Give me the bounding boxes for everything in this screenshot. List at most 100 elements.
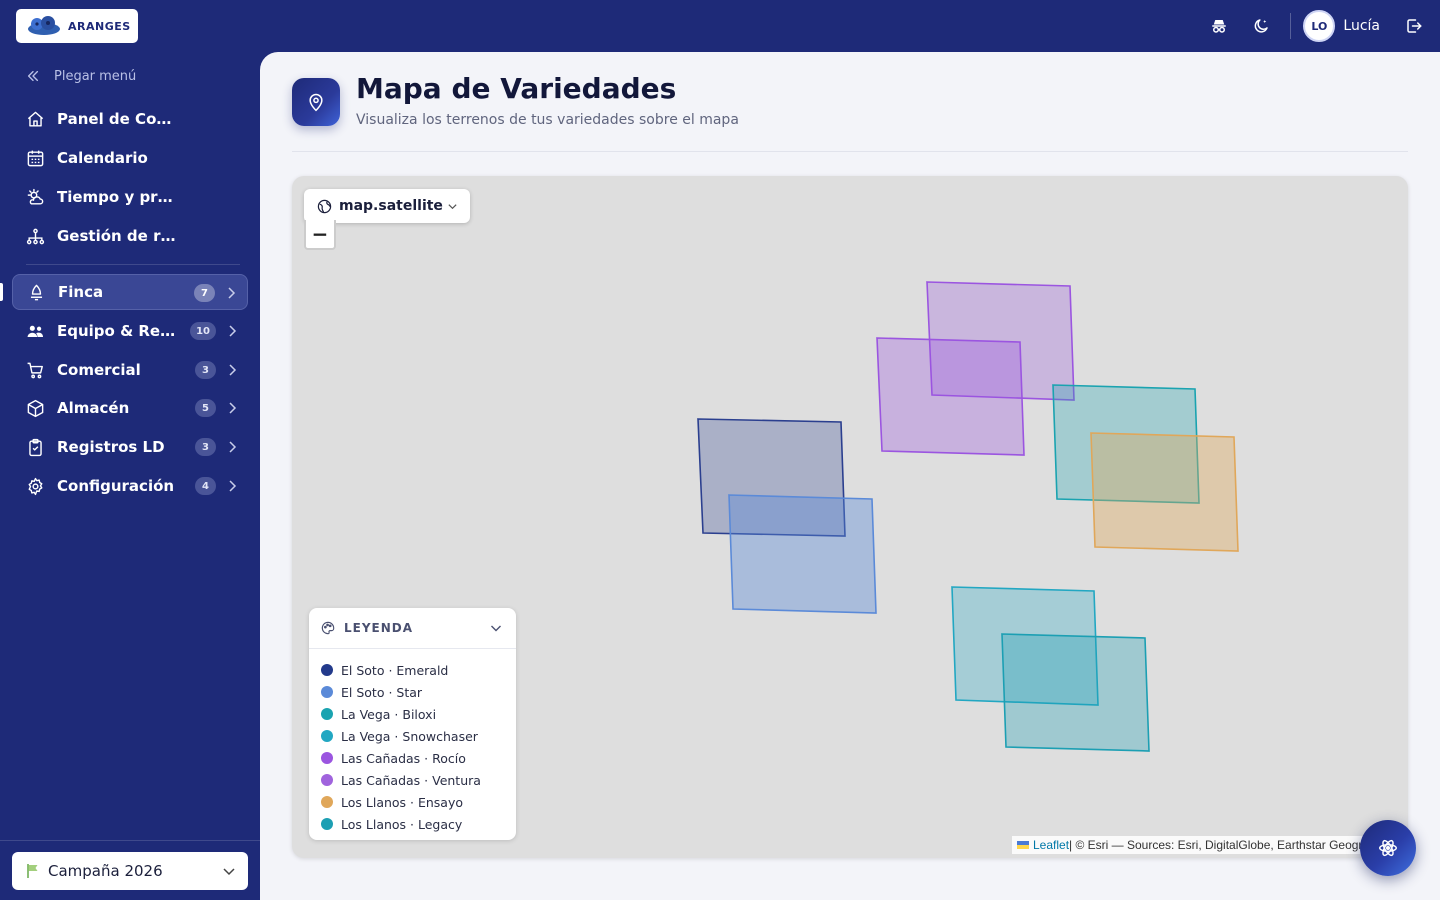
legend-title: LEYENDA <box>344 621 414 635</box>
legend-swatch <box>321 664 333 676</box>
count-badge: 3 <box>195 361 216 379</box>
irrigation-icon <box>25 226 45 246</box>
sidebar-item-finca[interactable]: Finca 7 <box>12 274 248 310</box>
blueberry-logo-icon <box>28 16 60 35</box>
gear-icon <box>25 476 45 496</box>
chevrons-left-icon <box>27 70 39 82</box>
legend-list: El Soto · Emerald El Soto · Star La Vega… <box>309 649 516 835</box>
collapse-menu-button[interactable]: Plegar menú <box>26 66 136 86</box>
plot-los-llanos-legacy[interactable] <box>1001 633 1150 752</box>
ukraine-flag-icon <box>1017 841 1029 849</box>
logout-icon[interactable] <box>1394 0 1434 52</box>
chevron-right-icon <box>229 480 237 492</box>
home-icon <box>25 109 45 129</box>
chevron-right-icon <box>229 325 237 337</box>
legend-item: El Soto · Emerald <box>309 659 516 681</box>
sidebar-item-label: Tiempo y previsión <box>57 188 179 206</box>
sidebar-item-almacen[interactable]: Almacén 5 <box>12 390 248 426</box>
chevron-down-icon <box>491 625 501 632</box>
sidebar-footer-divider <box>0 840 260 841</box>
sidebar-divider <box>26 264 240 265</box>
sidebar-item-label: Panel de Control <box>57 110 179 128</box>
sidebar-item-panel-de-control[interactable]: Panel de Control <box>12 101 248 137</box>
zoom-out-button[interactable]: − <box>304 220 336 250</box>
map-pin-icon <box>292 78 340 126</box>
sidebar-item-label: Comercial <box>57 361 141 379</box>
page-subtitle: Visualiza los terrenos de tus variedades… <box>356 112 739 128</box>
cart-icon <box>25 360 45 380</box>
brand-logo[interactable]: ARANGES <box>16 9 138 43</box>
chevron-right-icon <box>228 287 236 299</box>
map-attribution: Leaflet | © Esri — Sources: Esri, Digita… <box>1012 836 1408 854</box>
user-name[interactable]: Lucía <box>1343 18 1380 34</box>
legend-label: Las Cañadas · Rocío <box>341 750 466 766</box>
chevron-right-icon <box>229 441 237 453</box>
sidebar-item-label: Calendario <box>57 149 148 167</box>
legend-item: Las Cañadas · Ventura <box>309 769 516 791</box>
assistant-fab-button[interactable] <box>1360 820 1416 876</box>
legend-swatch <box>321 730 333 742</box>
sidebar-item-equipo[interactable]: Equipo & Recursos 10 <box>12 313 248 349</box>
clipboard-icon <box>25 437 45 457</box>
moon-icon[interactable] <box>1240 0 1282 52</box>
header-divider <box>292 151 1408 152</box>
legend-label: Los Llanos · Ensayo <box>341 794 464 810</box>
sidebar: Plegar menú Panel de Control Calendario … <box>0 52 260 900</box>
legend-item: Los Llanos · Legacy <box>309 813 516 835</box>
campaign-label: Campaña 2026 <box>48 862 163 880</box>
sidebar-item-riego[interactable]: Gestión de riego <box>12 218 248 254</box>
map-layer-select[interactable]: map.satellite <box>304 189 470 223</box>
chevron-right-icon <box>229 364 237 376</box>
team-icon <box>25 321 45 341</box>
globe-icon <box>317 199 332 213</box>
avatar[interactable]: LO <box>1303 10 1336 42</box>
chevron-right-icon <box>229 402 237 414</box>
sidebar-item-label: Configuración <box>57 477 175 495</box>
atom-icon <box>1379 839 1397 857</box>
collapse-menu-label: Plegar menú <box>54 68 137 84</box>
legend-label: Los Llanos · Legacy <box>341 816 463 832</box>
legend-swatch <box>321 686 333 698</box>
plot-el-soto-star[interactable] <box>728 494 877 614</box>
legend-label: El Soto · Emerald <box>341 662 449 678</box>
campaign-select[interactable]: Campaña 2026 <box>12 852 248 890</box>
count-badge: 10 <box>190 322 216 340</box>
legend-item: Las Cañadas · Rocío <box>309 747 516 769</box>
box-icon <box>25 398 45 418</box>
legend-header[interactable]: LEYENDA <box>309 608 516 649</box>
legend-label: Las Cañadas · Ventura <box>341 772 481 788</box>
map-legend: LEYENDA El Soto · Emerald El Soto · Star… <box>309 608 516 840</box>
sidebar-item-tiempo[interactable]: Tiempo y previsión <box>12 179 248 215</box>
calendar-icon <box>25 148 45 168</box>
sidebar-item-label: Equipo & Recursos <box>57 322 179 340</box>
legend-swatch <box>321 752 333 764</box>
plot-los-llanos-ensayo[interactable] <box>1090 432 1239 552</box>
sidebar-item-label: Finca <box>58 283 104 301</box>
count-badge: 3 <box>195 438 216 456</box>
legend-label: La Vega · Snowchaser <box>341 728 478 744</box>
legend-swatch <box>321 796 333 808</box>
palette-icon <box>321 621 335 635</box>
topbar-divider <box>1290 13 1292 39</box>
count-badge: 4 <box>195 477 216 495</box>
sidebar-item-configuracion[interactable]: Configuración 4 <box>12 468 248 504</box>
sidebar-item-comercial[interactable]: Comercial 3 <box>12 352 248 388</box>
sidebar-item-label: Almacén <box>57 399 130 417</box>
map[interactable]: map.satellite − LEYENDA El Soto · Emeral… <box>292 176 1408 858</box>
plot-las-canadas-ventura[interactable] <box>876 337 1025 456</box>
legend-item: El Soto · Star <box>309 681 516 703</box>
leaflet-link[interactable]: Leaflet <box>1033 838 1069 852</box>
page-title: Mapa de Variedades <box>356 72 677 105</box>
sidebar-item-calendario[interactable]: Calendario <box>12 140 248 176</box>
legend-item: La Vega · Snowchaser <box>309 725 516 747</box>
legend-swatch <box>321 818 333 830</box>
count-badge: 5 <box>195 399 216 417</box>
attribution-text: | © Esri — Sources: Esri, DigitalGlobe, … <box>1069 838 1398 852</box>
weather-icon <box>25 187 45 207</box>
legend-swatch <box>321 708 333 720</box>
map-layer-label: map.satellite <box>339 198 443 214</box>
incognito-icon[interactable] <box>1198 0 1240 52</box>
sidebar-item-registros[interactable]: Registros LD 3 <box>12 429 248 465</box>
count-badge: 7 <box>194 284 215 302</box>
legend-label: El Soto · Star <box>341 684 423 700</box>
